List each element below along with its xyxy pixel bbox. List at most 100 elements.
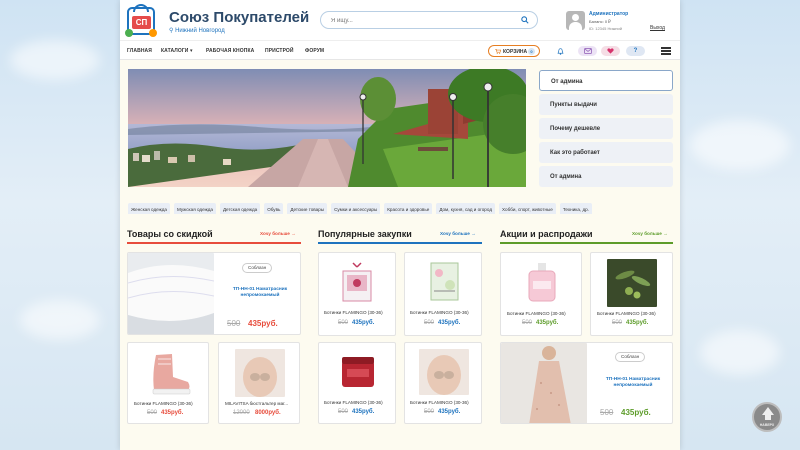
search-icon[interactable] [521, 16, 529, 24]
category-chip[interactable]: Детские товары [287, 203, 328, 214]
product-card-wide[interactable]: Соблазн ТП-НН-01 Наматрасник непромокаем… [127, 252, 301, 335]
section-underline [500, 242, 673, 244]
category-chip[interactable]: Хобби, спорт, животные [499, 203, 556, 214]
side-menu-item-from-admin[interactable]: От админа [539, 70, 673, 91]
product-image-lingerie [235, 349, 285, 397]
section-title-discount: Товары со скидкой [127, 229, 213, 239]
search-box [320, 11, 538, 29]
help-button[interactable]: ? [626, 46, 645, 56]
side-menu-item-pickup-points[interactable]: Пункты выдачи [539, 94, 673, 115]
product-name: Ботинки FLAMINGO (30-36) [597, 311, 656, 316]
background-cloud [20, 300, 100, 340]
product-name: MILAVITSA бюстгальтер маг... [225, 401, 289, 406]
messages-button[interactable] [578, 46, 597, 56]
section-underline [318, 242, 482, 244]
category-chip[interactable]: Женская одежда [128, 203, 170, 214]
nav-item-work-button[interactable]: РАБОЧАЯ КНОПКА [206, 48, 254, 54]
user-id: ID: 12345 Нижний [589, 26, 622, 31]
promo-more-link[interactable]: Хочу больше → [632, 231, 668, 236]
nav-item-home[interactable]: ГЛАВНАЯ [127, 48, 152, 54]
new-price: 435руб. [438, 409, 461, 415]
avatar[interactable] [566, 11, 585, 30]
side-menu-item-how-it-works[interactable]: Как это работает [539, 142, 673, 163]
side-menu-item-from-admin-2[interactable]: От админа [539, 166, 673, 187]
nav-item-forum[interactable]: ФОРУМ [305, 48, 324, 54]
nav-item-label: КАТАЛОГИ [161, 48, 189, 54]
product-card[interactable]: Ботинки FLAMINGO (30-36) 500 435руб. [590, 252, 673, 336]
city-selector[interactable]: ⚲ Нижний Новгород [169, 27, 225, 34]
stamp-badge: Соблазн [615, 352, 646, 362]
product-card-wide[interactable]: Соблазн ТП-НН-01 Наматрасник непромокаем… [500, 342, 673, 424]
old-price: 500 [147, 410, 158, 416]
new-price: 435руб. [352, 409, 375, 415]
category-chip[interactable]: Обувь [264, 203, 284, 214]
location-pin-icon: ⚲ [169, 28, 174, 34]
chevron-down-icon: ▾ [189, 48, 193, 54]
brand-logo-icon[interactable]: СП [125, 4, 157, 37]
logout-link[interactable]: Выход [650, 25, 665, 31]
user-balance: Баланс: 0 ₽ [589, 19, 611, 24]
new-price: 435руб. [626, 320, 649, 326]
hero-banner[interactable] [128, 69, 526, 187]
product-card[interactable]: MILAVITSA бюстгальтер маг... 12000 8000р… [218, 342, 300, 424]
product-image-lingerie [419, 349, 469, 395]
product-card[interactable]: Ботинки FLAMINGO (30-36) 500 435руб. [318, 252, 396, 336]
product-link[interactable]: ТП-НН-01 Наматрасник непромокаемый [595, 377, 671, 389]
product-name: Ботинки FLAMINGO (30-36) [324, 400, 383, 405]
cart-count-badge: 0 [528, 48, 535, 55]
main-nav: ГЛАВНАЯ КАТАЛОГИ ▾ РАБОЧАЯ КНОПКА ПРИСТР… [120, 40, 680, 60]
user-name[interactable]: Администратор [589, 11, 628, 17]
favorites-button[interactable] [601, 46, 620, 56]
popular-more-link[interactable]: Хочу больше → [440, 231, 476, 236]
cart-icon [495, 49, 501, 54]
new-price: 435руб. [248, 319, 278, 328]
notifications-button[interactable] [551, 46, 570, 56]
new-price: 435руб. [352, 320, 375, 326]
heart-icon [607, 48, 614, 54]
scroll-to-top-button[interactable]: НАВЕРХ [752, 402, 782, 432]
background-cloud [690, 120, 790, 170]
new-price: 435руб. [161, 410, 184, 416]
category-chip[interactable]: Сумки и аксессуары [331, 203, 381, 214]
category-chip[interactable]: Мужская одежда [173, 203, 216, 214]
old-price: 500 [522, 320, 533, 326]
background-cloud [700, 330, 780, 375]
nav-item-pristroy[interactable]: ПРИСТРОЙ [265, 48, 294, 54]
product-name: Ботинки FLAMINGO (30-36) [324, 310, 383, 315]
background-cloud [10, 40, 100, 80]
hamburger-menu-icon[interactable] [661, 47, 671, 55]
section-title-popular: Популярные закупки [318, 229, 412, 239]
cart-button[interactable]: КОРЗИНА 0 [488, 45, 540, 57]
product-image-olive-branch [607, 259, 657, 307]
old-price: 500 [600, 408, 614, 417]
side-menu-item-why-cheaper[interactable]: Почему дешевле [539, 118, 673, 139]
old-price: 500 [227, 319, 241, 328]
side-menu: От админа Пункты выдачи Почему дешевле К… [539, 70, 673, 190]
product-name: Ботинки FLAMINGO (30-36) [507, 311, 566, 316]
old-price: 500 [612, 320, 623, 326]
category-chip[interactable]: Дом, кухня, сад и огород [436, 203, 495, 214]
product-card[interactable]: Ботинки FLAMINGO (30-36) 500 435руб. [404, 342, 482, 424]
search-input[interactable] [331, 16, 511, 26]
product-card[interactable]: Ботинки FLAMINGO (30-36) 500 435руб. [127, 342, 209, 424]
brand-name[interactable]: Союз Покупателей [169, 9, 309, 26]
product-card[interactable]: Ботинки FLAMINGO (30-36) 500 435руб. [404, 252, 482, 336]
question-icon: ? [633, 48, 638, 54]
stamp-badge: Соблазн [242, 263, 273, 273]
product-card[interactable]: Ботинки FLAMINGO (30-36) 500 435руб. [500, 252, 582, 336]
product-link[interactable]: ТП-НН-01 Наматрасник непромокаемый [222, 287, 298, 299]
old-price: 12000 [233, 410, 250, 416]
discount-more-link[interactable]: Хочу больше → [260, 231, 296, 236]
page-container: СП Союз Покупателей ⚲ Нижний Новгород Ад… [120, 0, 680, 450]
product-name: Ботинки FLAMINGO (30-36) [410, 400, 469, 405]
old-price: 500 [424, 320, 435, 326]
nav-item-catalogs[interactable]: КАТАЛОГИ ▾ [161, 48, 193, 54]
new-price: 435руб. [438, 320, 461, 326]
category-chip[interactable]: Красота и здоровье [384, 203, 433, 214]
category-chip[interactable]: Техника, др. [559, 203, 593, 214]
product-card[interactable]: Ботинки FLAMINGO (30-36) 500 435руб. [318, 342, 396, 424]
cart-label: КОРЗИНА [503, 49, 528, 55]
new-price: 8000руб. [255, 410, 281, 416]
category-chip[interactable]: Детская одежда [219, 203, 261, 214]
section-title-promo: Акции и распродажи [500, 229, 593, 239]
